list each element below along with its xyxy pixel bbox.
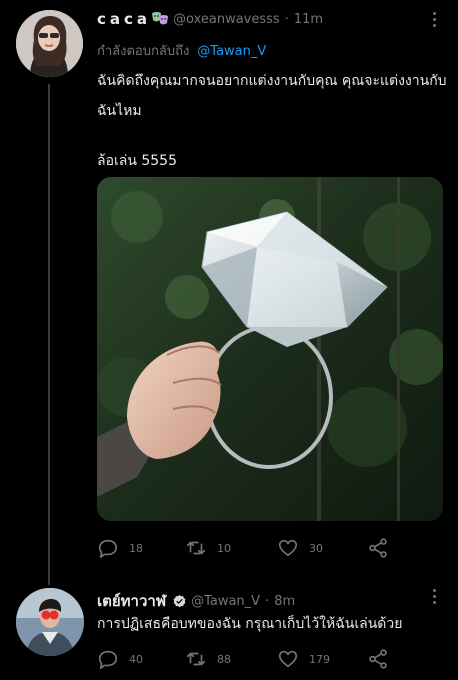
- reply-count: 18: [129, 541, 143, 555]
- retweet-icon: [186, 652, 206, 666]
- handle[interactable]: @Tawan_V: [191, 594, 260, 609]
- share-icon: [369, 538, 387, 558]
- reply-icon: [98, 539, 118, 558]
- theater-masks-icon: [151, 11, 169, 27]
- tweet-text-line2: ล้อเล่น 5555: [97, 153, 178, 169]
- retweet-count: 10: [217, 541, 231, 555]
- timestamp[interactable]: 11m: [294, 12, 323, 27]
- share-button[interactable]: [367, 648, 389, 670]
- tweet-actions: 18 10 30: [97, 537, 397, 561]
- like-count: 30: [309, 541, 323, 555]
- thread-line: [48, 84, 50, 585]
- separator: ·: [284, 11, 289, 27]
- retweet-button[interactable]: 10: [185, 537, 231, 559]
- handle[interactable]: @oxeanwavesss: [173, 12, 280, 27]
- retweet-count: 88: [217, 652, 231, 666]
- display-name[interactable]: caca: [97, 10, 151, 28]
- like-button[interactable]: 179: [277, 648, 330, 670]
- tweet-reply-caca[interactable]: caca @oxeanwavesss · 11m กำลังตอบกลับถึง…: [0, 0, 458, 585]
- retweet-icon: [186, 541, 206, 555]
- mention-link[interactable]: @Tawan_V: [197, 44, 266, 59]
- reply-count: 40: [129, 652, 143, 666]
- heart-icon: [278, 539, 298, 557]
- more-icon[interactable]: [432, 12, 436, 30]
- heart-icon: [278, 650, 298, 668]
- share-icon: [369, 649, 387, 669]
- avatar[interactable]: [16, 10, 83, 77]
- timestamp[interactable]: 8m: [274, 594, 295, 609]
- tweet-text: การปฏิเสธคือบทของฉัน กรุณาเก็บไว้ให้ฉันเ…: [97, 616, 403, 632]
- retweet-button[interactable]: 88: [185, 648, 231, 670]
- reply-button[interactable]: 40: [97, 648, 143, 670]
- diamond-ring-photo-icon: [97, 177, 443, 521]
- tweet-actions: 40 88 179: [97, 648, 397, 672]
- avatar[interactable]: [16, 588, 84, 656]
- replying-to: กำลังตอบกลับถึง @Tawan_V: [97, 40, 266, 61]
- reply-icon: [98, 650, 118, 669]
- tweet-media-photo[interactable]: [97, 177, 443, 521]
- separator: ·: [265, 593, 270, 609]
- reply-button[interactable]: 18: [97, 537, 143, 559]
- verified-badge-icon: [172, 594, 187, 609]
- share-button[interactable]: [367, 537, 389, 559]
- replying-label: กำลังตอบกลับถึง: [97, 44, 190, 59]
- more-icon[interactable]: [432, 589, 436, 607]
- tweet-text: ฉันคิดถึงคุณมากจนอยากแต่งงานกับคุณ คุณจะ…: [97, 73, 447, 119]
- like-button[interactable]: 30: [277, 537, 323, 559]
- like-count: 179: [309, 652, 330, 666]
